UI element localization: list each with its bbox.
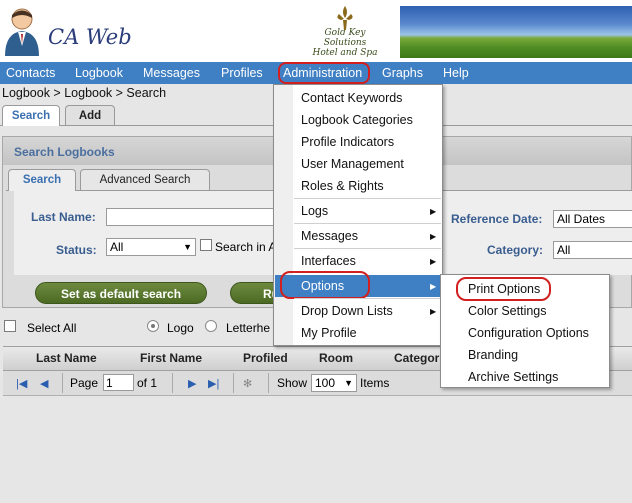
nav-help[interactable]: Help	[443, 62, 469, 84]
tab-advanced-search[interactable]: Advanced Search	[80, 169, 210, 190]
status-label: Status:	[56, 243, 97, 257]
previous-page-icon[interactable]: ◀	[40, 377, 48, 390]
select-all-checkbox[interactable]	[4, 320, 16, 332]
menu-item-my-profile[interactable]: My Profile	[301, 326, 357, 340]
refresh-icon[interactable]: ✻	[243, 377, 252, 390]
category-select[interactable]: All	[553, 241, 632, 259]
annotation-circle-print-options	[456, 277, 551, 301]
menu-separator	[294, 248, 441, 249]
letterhead-radio-label: Letterhe	[226, 321, 271, 335]
annotation-circle-administration	[278, 62, 370, 84]
category-value: All	[557, 243, 571, 257]
last-name-input[interactable]	[106, 208, 276, 226]
letterhead-radio[interactable]	[205, 320, 217, 332]
nav-contacts[interactable]: Contacts	[6, 62, 55, 84]
search-in-checkbox[interactable]	[200, 239, 212, 251]
menu-item-logs[interactable]: Logs	[301, 204, 328, 218]
page-label: Page	[70, 376, 99, 390]
reference-date-value: All Dates	[557, 212, 606, 226]
menu-item-messages[interactable]: Messages	[301, 229, 358, 243]
nav-messages[interactable]: Messages	[143, 62, 200, 84]
page-number-input[interactable]	[103, 374, 134, 391]
tab-add[interactable]: Add	[65, 105, 115, 126]
menu-item-contact-keywords[interactable]: Contact Keywords	[301, 91, 402, 105]
annotation-circle-options	[280, 271, 370, 299]
menu-item-logbook-categories[interactable]: Logbook Categories	[301, 113, 413, 127]
menu-item-roles-rights[interactable]: Roles & Rights	[301, 179, 384, 193]
column-room[interactable]: Room	[319, 351, 353, 365]
column-first-name[interactable]: First Name	[140, 351, 202, 365]
page-size-value: 100	[315, 376, 336, 390]
submenu-arrow-icon: ▶	[430, 232, 437, 241]
first-page-icon[interactable]: |◀	[16, 377, 27, 390]
page-count-label: of 1	[137, 376, 158, 390]
menu-item-profile-indicators[interactable]: Profile Indicators	[301, 135, 394, 149]
pager-separator	[62, 373, 63, 393]
status-select-value: All	[110, 240, 124, 254]
nav-profiles[interactable]: Profiles	[221, 62, 263, 84]
pager-separator	[233, 373, 234, 393]
menu-item-user-management[interactable]: User Management	[301, 157, 404, 171]
submenu-item-branding[interactable]: Branding	[468, 348, 518, 362]
reference-date-label: Reference Date:	[451, 212, 543, 226]
breadcrumb: Logbook > Logbook > Search	[2, 86, 167, 100]
user-avatar-logo-icon	[5, 8, 39, 56]
last-name-label: Last Name:	[31, 210, 96, 224]
menu-item-drop-down-lists[interactable]: Drop Down Lists	[301, 304, 393, 318]
logo-radio[interactable]	[147, 320, 159, 332]
submenu-arrow-icon: ▶	[430, 207, 437, 216]
show-label: Show	[277, 376, 308, 390]
column-profiled[interactable]: Profiled	[243, 351, 288, 365]
chevron-down-icon: ▼	[344, 378, 353, 388]
header-banner-image	[400, 6, 632, 58]
menu-separator	[294, 223, 441, 224]
page-size-select[interactable]: 100 ▼	[311, 374, 357, 392]
reference-date-select[interactable]: All Dates	[553, 210, 632, 228]
last-page-icon[interactable]: ▶|	[208, 377, 219, 390]
next-page-icon[interactable]: ▶	[188, 377, 196, 390]
hotel-logo: Gold Key Solutions Hotel and Spa	[300, 6, 390, 60]
nav-logbook[interactable]: Logbook	[75, 62, 123, 84]
submenu-item-color-settings[interactable]: Color Settings	[468, 304, 547, 318]
menu-item-interfaces[interactable]: Interfaces	[301, 254, 356, 268]
search-in-label: Search in A	[215, 240, 277, 254]
submenu-arrow-icon: ▶	[430, 257, 437, 266]
pager-separator	[172, 373, 173, 393]
hotel-logo-line-3: Hotel and Spa	[312, 48, 378, 58]
submenu-item-archive-settings[interactable]: Archive Settings	[468, 370, 558, 384]
tab-search[interactable]: Search	[2, 105, 60, 126]
search-panel-title: Search Logbooks	[14, 145, 115, 159]
tab-inner-search[interactable]: Search	[8, 169, 76, 191]
category-label: Category:	[487, 243, 544, 257]
submenu-arrow-icon: ▶	[430, 307, 437, 316]
fleur-de-lis-icon	[337, 6, 353, 30]
menu-separator	[294, 198, 441, 199]
menu-separator	[294, 298, 441, 299]
hotel-logo-line-2: Solutions	[323, 38, 367, 48]
submenu-item-configuration-options[interactable]: Configuration Options	[468, 326, 589, 340]
set-default-search-button[interactable]: Set as default search	[35, 282, 207, 304]
app-title: CA Web	[48, 25, 132, 49]
items-label: Items	[360, 376, 390, 390]
menu-icon-strip	[274, 85, 293, 345]
nav-graphs[interactable]: Graphs	[382, 62, 423, 84]
pager-separator	[268, 373, 269, 393]
logo-radio-label: Logo	[167, 321, 194, 335]
column-last-name[interactable]: Last Name	[36, 351, 97, 365]
column-category[interactable]: Categor	[394, 351, 439, 365]
status-select[interactable]: All ▼	[106, 238, 196, 256]
select-all-label: Select All	[27, 321, 77, 335]
chevron-down-icon: ▼	[183, 242, 192, 252]
submenu-arrow-icon: ▶	[430, 282, 437, 291]
